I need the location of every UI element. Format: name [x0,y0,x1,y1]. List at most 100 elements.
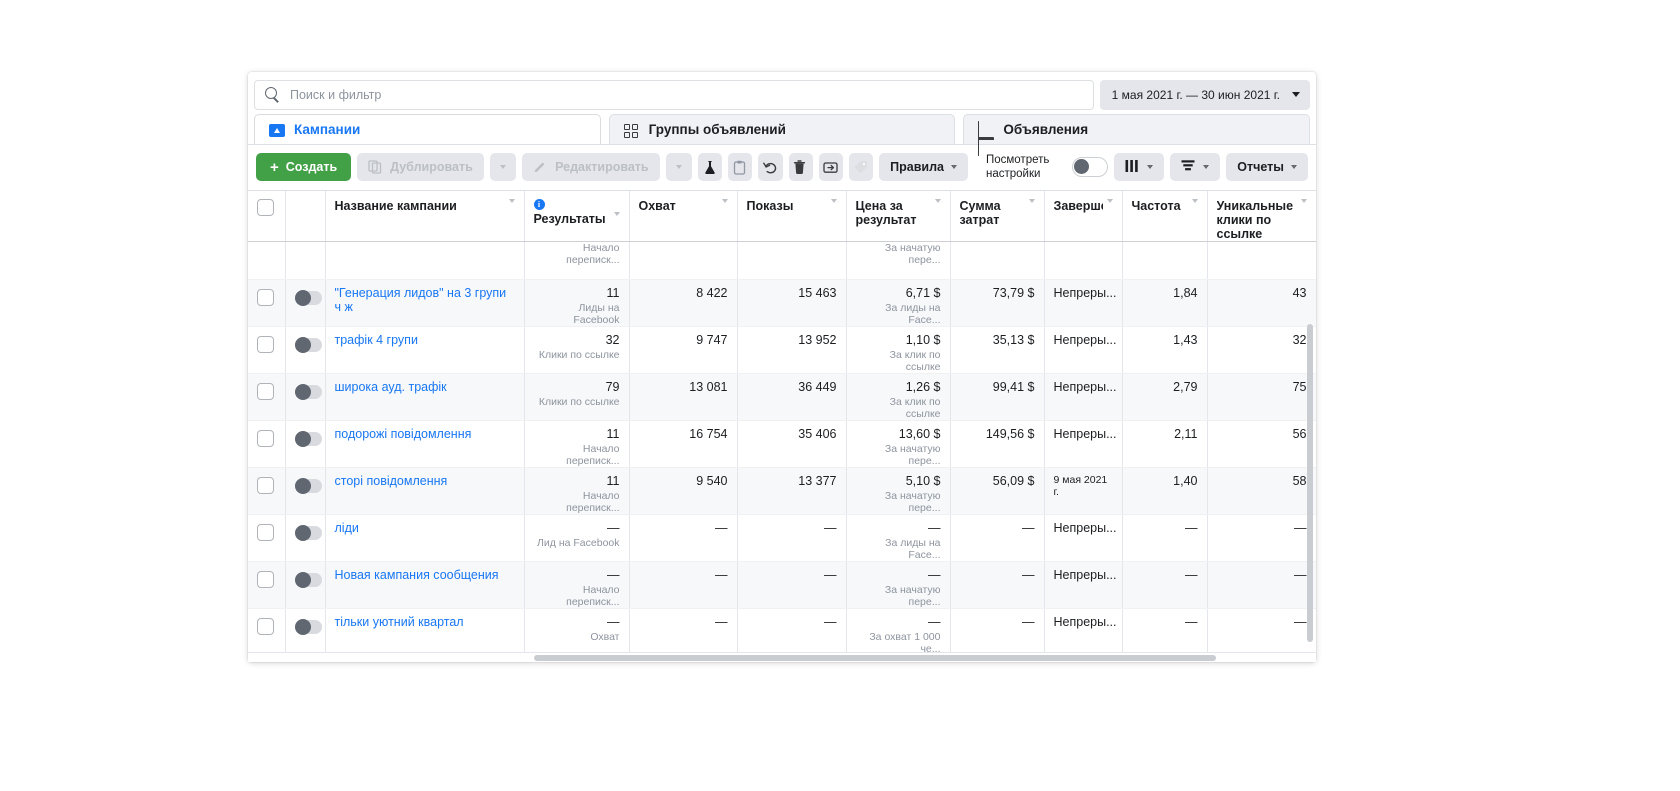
clipboard-button[interactable] [728,153,753,181]
vertical-scrollbar[interactable] [1307,324,1313,642]
table-row[interactable]: "Генерация лидов" на 3 групи ч ж 11 Лиды н… [248,279,1316,327]
row-status-toggle-cell[interactable] [285,514,326,562]
chevron-down-icon[interactable] [613,212,620,216]
duplicate-dropdown-button[interactable] [489,153,517,181]
chevron-down-icon[interactable] [1191,199,1198,203]
breakdown-button[interactable] [1170,153,1221,181]
col-header-amount-spent[interactable]: Сумма затрат [950,191,1045,242]
row-cost-per-result-sub: За клик по ссылке [889,348,941,373]
tab-adsets[interactable]: Группы объявлений [608,114,956,144]
row-checkbox-cell[interactable] [248,279,286,327]
row-checkbox-cell[interactable] [248,514,286,562]
row-checkbox[interactable] [257,617,274,635]
table-row[interactable]: тільки уютний квартал — Охват — — — За охват 1… [248,608,1316,656]
col-header-name[interactable]: Название кампании [325,191,525,242]
col-header-impressions[interactable]: Показы [737,191,847,242]
export-button[interactable] [818,153,843,181]
chevron-down-icon[interactable] [1300,199,1307,203]
rules-button[interactable]: Правила [879,153,968,181]
edit-button[interactable]: Редактировать [522,153,660,181]
row-checkbox-cell[interactable] [248,608,286,656]
date-range-picker[interactable]: 1 мая 2021 г. — 30 июн 2021 г. [1099,79,1310,110]
view-settings-toggle[interactable] [1072,157,1109,177]
row-cost-per-result-value: 1,26 $ [905,379,941,394]
table-row[interactable]: ліди — Лид на Facebook — — — За лиды на Face..… [248,514,1316,562]
row-checkbox-cell[interactable] [248,326,286,374]
tab-ads[interactable]: Объявления [963,114,1311,156]
search-input[interactable]: Поиск и фильтр [254,79,1094,110]
row-checkbox[interactable] [257,570,274,588]
row-amount-spent-value: 73,79 $ [992,285,1035,300]
status-toggle[interactable] [294,383,322,400]
col-label-results: Результаты [533,212,606,226]
row-cost-per-result: 1,10 $ За клик по ссылке [846,326,951,374]
row-checkbox[interactable] [257,288,274,306]
status-toggle[interactable] [294,477,322,494]
chevron-down-icon[interactable] [1106,199,1113,203]
ab-test-button[interactable] [698,153,723,181]
chevron-down-icon[interactable] [508,199,515,203]
chevron-down-icon[interactable] [934,199,941,203]
row-status-toggle-cell[interactable] [285,279,326,327]
row-unique-link-clicks-value: 58 [1292,473,1307,488]
row-status-toggle-cell[interactable] [285,326,326,374]
chevron-down-icon[interactable] [1028,199,1035,203]
row-checkbox[interactable] [257,335,274,353]
status-toggle[interactable] [294,289,322,306]
table-row[interactable]: трафік 4 групи 32 Клики по ссылке 9 747 13 9… [248,326,1316,374]
row-status-toggle-cell[interactable] [285,561,326,609]
row-results-value: 79 [605,379,620,394]
row-status-toggle-cell[interactable] [285,373,326,421]
row-checkbox-cell[interactable] [248,420,286,468]
col-header-ends[interactable]: Завершен [1044,191,1123,242]
select-all-header[interactable] [248,191,286,242]
row-cost-per-result: — За лиды на Face... [846,514,951,562]
col-header-cost-per-result[interactable]: Цена за результат [846,191,951,242]
horizontal-scrollbar-track[interactable] [248,652,1316,662]
reports-button[interactable]: Отчеты [1226,153,1308,181]
status-toggle[interactable] [294,336,322,353]
row-ends: Непреры... [1044,608,1123,656]
chevron-down-icon[interactable] [830,199,837,203]
grid-icon [623,122,640,138]
status-toggle[interactable] [294,524,322,541]
row-checkbox[interactable] [257,476,274,494]
edit-dropdown-button[interactable] [665,153,692,181]
table-row[interactable]: сторі повідомлення 11 Начало переписк... 9 … [248,467,1316,515]
undo-button[interactable] [758,153,783,181]
row-checkbox[interactable] [257,382,274,400]
row-status-toggle-cell[interactable] [285,467,326,515]
duplicate-button[interactable]: Дублировать [357,153,484,181]
row-cost-per-result-sub: За начатую пере... [884,583,941,608]
row-checkbox-cell[interactable] [248,467,286,515]
row-cost-per-result-sub: За охват 1 000 че... [869,630,941,655]
status-toggle[interactable] [294,618,322,635]
columns-button[interactable] [1114,153,1165,181]
col-header-results[interactable]: i Результаты [524,191,630,242]
create-button[interactable]: + Создать [256,153,352,181]
row-reach-value: 8 422 [696,285,728,300]
col-header-frequency[interactable]: Частота [1122,191,1208,242]
row-checkbox-cell[interactable] [248,373,286,421]
row-checkbox[interactable] [257,523,274,541]
table-row[interactable]: Новая кампания сообщения — Начало переписк… [248,561,1316,609]
row-checkbox[interactable] [257,429,274,447]
tab-campaigns[interactable]: Кампании [254,114,601,144]
table-row[interactable]: подорожі повідомлення 11 Начало переписк..… [248,420,1316,468]
table-row[interactable]: широка ауд. трафік 79 Клики по ссылке 13 08… [248,373,1316,421]
tag-button[interactable] [848,153,874,181]
col-header-unique-link-clicks[interactable]: Уникальные клики по ссылке [1207,191,1316,242]
status-toggle[interactable] [294,430,322,447]
info-icon[interactable]: i [533,199,545,210]
col-header-reach[interactable]: Охват [629,191,738,242]
horizontal-scrollbar-thumb[interactable] [534,655,1216,661]
row-status-toggle-cell[interactable] [285,608,326,656]
chevron-down-icon[interactable] [721,199,728,203]
plus-icon: + [270,158,279,176]
row-checkbox-cell[interactable] [248,561,286,609]
delete-button[interactable] [788,153,813,181]
row-status-toggle-cell[interactable] [285,420,326,468]
row-results: — Охват [524,608,630,656]
status-toggle[interactable] [294,571,322,588]
select-all-checkbox[interactable] [257,199,274,216]
